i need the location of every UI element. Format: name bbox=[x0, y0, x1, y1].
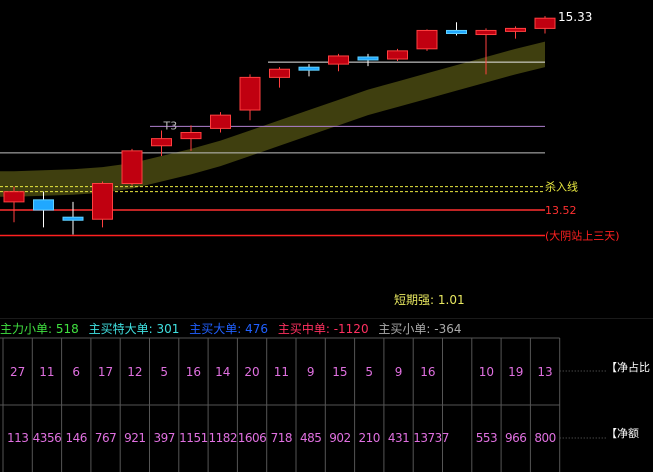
candle-body-7 bbox=[210, 114, 231, 129]
net-amount-cell: 13737 bbox=[413, 431, 449, 445]
candlestick-chart[interactable]: 杀入线 13.52 (大阴站上三天) T3 bbox=[0, 0, 653, 318]
trend-band bbox=[0, 41, 545, 197]
net-ratio-cell: 5 bbox=[365, 365, 374, 379]
net-ratio-cell: 9 bbox=[394, 365, 403, 379]
net-ratio-cell: 11 bbox=[39, 365, 55, 379]
candle-body-10 bbox=[298, 66, 320, 71]
net-amount-cell: 767 bbox=[94, 431, 117, 445]
candle-body-18 bbox=[534, 17, 556, 29]
net-ratio-cell: 10 bbox=[478, 365, 495, 379]
net-ratio-cell: 12 bbox=[127, 365, 143, 379]
net-ratio-cell: 11 bbox=[273, 365, 289, 379]
candle-body-4 bbox=[121, 150, 143, 185]
candle-body-6 bbox=[180, 131, 202, 140]
candle-body-12 bbox=[357, 56, 379, 61]
data-grid bbox=[0, 318, 653, 472]
candle-body-15 bbox=[446, 29, 467, 35]
net-ratio-label: 【净占比 bbox=[606, 361, 650, 374]
net-amount-cell: 210 bbox=[358, 431, 381, 445]
net-ratio-cell: 27 bbox=[10, 365, 26, 379]
candle-body-8 bbox=[239, 76, 261, 111]
net-amount-cell: 397 bbox=[153, 431, 175, 445]
net-amount-cell: 431 bbox=[387, 431, 410, 445]
net-amount-cell: 1606 bbox=[237, 431, 267, 445]
net-amount-cell: 1151 bbox=[179, 431, 208, 445]
candle-body-0 bbox=[3, 191, 25, 203]
candle-body-17 bbox=[505, 27, 526, 32]
net-amount-cell: 921 bbox=[124, 431, 146, 445]
price-line-label-4: 13.52 bbox=[545, 204, 577, 217]
net-ratio-cell: 15 bbox=[332, 365, 348, 379]
net-ratio-cell: 6 bbox=[72, 365, 81, 379]
candle-body-9 bbox=[269, 68, 290, 78]
net-amount-cell: 800 bbox=[534, 431, 556, 445]
t3-annotation: T3 bbox=[163, 119, 178, 132]
net-ratio-cell: 13 bbox=[537, 365, 553, 379]
net-amount-cell: 485 bbox=[299, 431, 322, 445]
short-strength-label: 短期强: bbox=[394, 293, 435, 307]
last-price-label: 15.33 bbox=[558, 10, 593, 25]
candle-body-16 bbox=[475, 29, 497, 36]
net-amount-cell: 718 bbox=[270, 431, 293, 445]
candle-body-14 bbox=[416, 29, 438, 50]
candle-body-1 bbox=[33, 199, 54, 211]
price-line-label-5: (大阴站上三天) bbox=[545, 229, 620, 243]
candle-body-5 bbox=[151, 138, 172, 147]
net-ratio-cell: 9 bbox=[306, 365, 315, 379]
net-ratio-cell: 17 bbox=[97, 365, 114, 379]
net-ratio-cell: 14 bbox=[215, 365, 231, 379]
net-ratio-cell: 19 bbox=[508, 365, 524, 379]
candle-body-13 bbox=[387, 50, 408, 60]
candle-body-2 bbox=[62, 216, 84, 221]
candle-body-3 bbox=[92, 183, 113, 220]
net-amount-cell: 4356 bbox=[32, 431, 62, 445]
net-amount-label: 【净额 bbox=[606, 427, 639, 440]
net-amount-cell: 113 bbox=[6, 431, 29, 445]
price-line-label-3: 杀入线 bbox=[545, 180, 578, 194]
net-ratio-cell: 5 bbox=[160, 365, 168, 379]
net-ratio-cell: 20 bbox=[244, 365, 260, 379]
fund-flow-panel: 主力小单: 518 主买特大单: 301 主买大单: 476 主买中单: -11… bbox=[0, 318, 653, 472]
net-amount-cell: 146 bbox=[65, 431, 88, 445]
net-amount-cell: 902 bbox=[329, 431, 351, 445]
net-ratio-cell: 16 bbox=[420, 365, 436, 379]
net-amount-cell: 1182 bbox=[208, 431, 238, 445]
candle-body-11 bbox=[328, 55, 349, 65]
net-amount-cell: 966 bbox=[505, 431, 527, 445]
short-strength-value: 1.01 bbox=[437, 293, 465, 307]
net-ratio-cell: 16 bbox=[185, 365, 202, 379]
net-amount-cell: 553 bbox=[475, 431, 498, 445]
short-strength-indicator: 短期强: 1.01 bbox=[394, 291, 465, 308]
